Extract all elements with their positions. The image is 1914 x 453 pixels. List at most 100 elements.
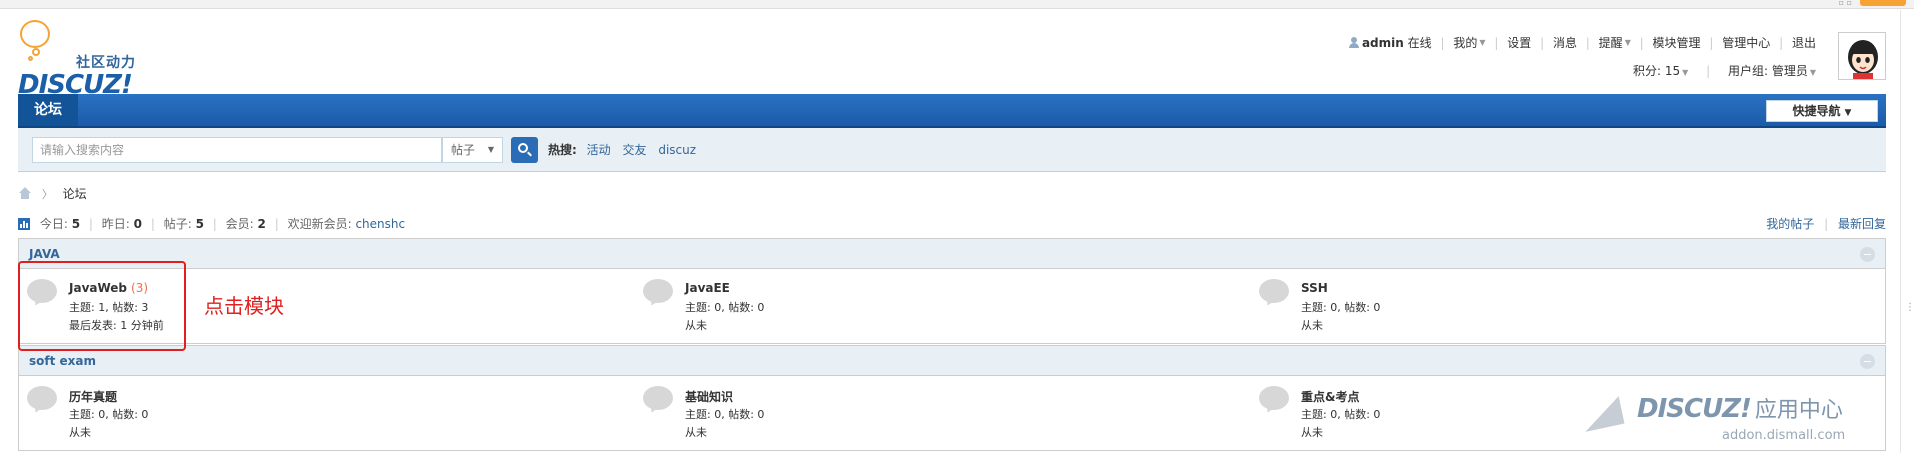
breadcrumb-separator-icon: 〉 <box>41 188 53 201</box>
site-logo[interactable]: 社区动力 DISCUZ! <box>18 20 158 100</box>
forum-name: 历年真题 <box>69 390 118 404</box>
logo-bubble-icon <box>20 20 50 48</box>
hot-search-label: 热搜: <box>548 143 577 157</box>
points-menu[interactable]: 积分: 15 ▼ <box>1633 64 1688 78</box>
forum-title[interactable]: JavaEE <box>685 281 730 295</box>
forum-stats: 今日: 5 | 昨日: 0 | 帖子: 5 | 会员: 2 | 欢迎新会员: c… <box>18 215 405 232</box>
chevron-down-icon: ▼ <box>1624 38 1631 47</box>
search-icon-handle <box>527 151 532 157</box>
search-input[interactable]: 请输入搜索内容 <box>32 137 442 163</box>
divider: | <box>1440 35 1445 50</box>
logout-link[interactable]: 退出 <box>1792 34 1816 51</box>
logo-bubble-tiny-icon <box>28 56 33 61</box>
divider: | <box>1494 35 1499 50</box>
category-header: soft exam <box>19 346 1885 376</box>
forum-last-post: 从未 <box>685 319 707 332</box>
forum-title[interactable]: 历年真题 <box>69 388 117 405</box>
divider: | <box>1540 35 1545 50</box>
username-link[interactable]: admin <box>1362 36 1404 50</box>
my-menu[interactable]: 我的 ▼ <box>1453 34 1485 51</box>
divider: | <box>1824 217 1829 231</box>
user-icon <box>1348 37 1359 48</box>
collapse-icon[interactable] <box>1860 247 1875 262</box>
category-java: JAVA JavaWeb (3) 主题: 1, 帖数: 3 最后发表: 1 分钟前… <box>18 238 1886 344</box>
collapse-icon[interactable] <box>1860 354 1875 369</box>
forum-name: 基础知识 <box>685 390 734 404</box>
newest-member-link[interactable]: chenshc <box>355 217 405 231</box>
quick-nav-label: 快捷导航 <box>1792 104 1841 118</box>
watermark-cn: 应用中心 <box>1754 398 1843 423</box>
search-type-select[interactable]: 帖子 ▼ <box>442 137 503 163</box>
divider: | <box>212 217 217 231</box>
category-title[interactable]: JAVA <box>29 247 60 261</box>
divider: | <box>1779 35 1784 50</box>
category-title[interactable]: soft exam <box>29 354 96 368</box>
watermark-url: addon.dismall.com <box>1722 428 1846 443</box>
forum-last-post: 从未 <box>1301 319 1323 332</box>
settings-link[interactable]: 设置 <box>1507 34 1531 51</box>
usergroup-menu[interactable]: 用户组: 管理员 ▼ <box>1728 64 1816 78</box>
avatar-cartoon-icon <box>1839 33 1885 79</box>
posts-count: 5 <box>195 217 204 231</box>
avatar[interactable] <box>1838 32 1886 80</box>
breadcrumb-current[interactable]: 论坛 <box>63 187 87 201</box>
forum-title[interactable]: SSH <box>1301 281 1328 295</box>
breadcrumb: 〉 论坛 <box>18 185 87 202</box>
watermark-arrow-icon <box>1579 396 1625 432</box>
members-count: 2 <box>257 217 266 231</box>
hot-search-link[interactable]: 活动 <box>587 143 611 157</box>
watermark: DISCUZ! 应用中心 addon.dismall.com <box>1579 390 1872 445</box>
forum-last-post: 从未 <box>1301 426 1323 439</box>
main-nav: 论坛 快捷导航 ▼ <box>18 94 1886 128</box>
forum-bubble-icon <box>27 386 57 410</box>
divider: | <box>1585 35 1590 50</box>
my-posts-link[interactable]: 我的帖子 <box>1766 217 1814 231</box>
admin-center-link[interactable]: 管理中心 <box>1722 34 1770 51</box>
watermark-logo: DISCUZ! 应用中心 <box>1637 392 1843 424</box>
forum-title[interactable]: 重点&考点 <box>1301 388 1359 405</box>
forum-name: SSH <box>1301 281 1328 295</box>
quick-nav-button[interactable]: 快捷导航 ▼ <box>1766 100 1878 122</box>
tab-forum[interactable]: 论坛 <box>18 94 78 126</box>
window-controls-icon[interactable]: ▫ ▫ <box>1839 0 1852 7</box>
forum-stats: 主题: 0, 帖数: 0 <box>685 408 765 421</box>
latest-replies-link[interactable]: 最新回复 <box>1838 217 1886 231</box>
forum-stats: 主题: 0, 帖数: 0 <box>1301 408 1381 421</box>
search-bar: 请输入搜索内容 帖子 ▼ 热搜: 活动 交友 discuz <box>18 128 1886 172</box>
forum-name: JavaEE <box>685 281 730 295</box>
scrollbar[interactable]: ⋮ <box>1900 10 1914 453</box>
messages-link[interactable]: 消息 <box>1553 34 1577 51</box>
yesterday-count: 0 <box>133 217 142 231</box>
forum-stats: 主题: 0, 帖数: 0 <box>685 301 765 314</box>
home-icon[interactable] <box>18 187 32 199</box>
forum-name: 重点&考点 <box>1301 390 1360 404</box>
logo-bubble-small-icon <box>32 48 40 56</box>
module-mgmt-link[interactable]: 模块管理 <box>1653 34 1701 51</box>
stats-chart-icon <box>18 218 30 230</box>
post-links: 我的帖子 | 最新回复 <box>1766 215 1886 232</box>
forum-last-post: 从未 <box>69 426 91 439</box>
reminders-label: 提醒 <box>1598 36 1623 50</box>
divider: | <box>88 217 93 231</box>
chevron-down-icon: ▼ <box>1682 68 1689 77</box>
today-label: 今日: <box>39 217 68 231</box>
online-status[interactable]: 在线 <box>1408 34 1432 51</box>
search-button[interactable] <box>511 137 538 163</box>
hot-search-link[interactable]: discuz <box>658 143 696 157</box>
my-menu-label: 我的 <box>1453 36 1478 50</box>
logo-tagline: 社区动力 <box>76 55 136 71</box>
posts-label: 帖子: <box>163 217 192 231</box>
chevron-down-icon: ▼ <box>1479 38 1486 47</box>
category-body: JavaWeb (3) 主题: 1, 帖数: 3 最后发表: 1 分钟前 Java… <box>19 269 1885 343</box>
browser-top-strip: ▫ ▫ <box>0 0 1914 9</box>
user-info: 积分: 15 ▼ | 用户组: 管理员 ▼ <box>1633 62 1816 79</box>
forum-title[interactable]: 基础知识 <box>685 388 733 405</box>
chevron-down-icon: ▼ <box>1809 68 1816 77</box>
hot-search-link[interactable]: 交友 <box>622 143 646 157</box>
today-count: 5 <box>71 217 81 231</box>
reminders-menu[interactable]: 提醒 ▼ <box>1599 34 1631 51</box>
forum-bubble-icon <box>643 386 673 410</box>
hot-search: 热搜: 活动 交友 discuz <box>548 141 704 158</box>
toolbar-orange-button[interactable] <box>1860 0 1906 6</box>
forum-stats: 主题: 0, 帖数: 0 <box>69 408 149 421</box>
